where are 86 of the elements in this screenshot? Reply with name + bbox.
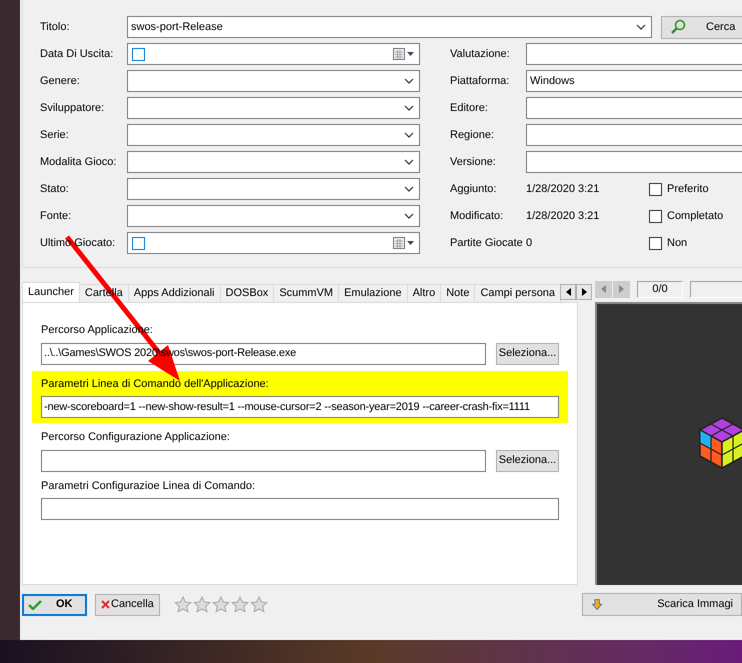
checkbox[interactable] — [649, 236, 662, 250]
combo-box[interactable] — [127, 97, 420, 119]
chevron-down-icon — [404, 105, 414, 111]
chevron-down-icon — [404, 213, 414, 219]
next-image-button[interactable] — [613, 280, 630, 298]
chevron-down-icon — [404, 132, 414, 138]
text-field[interactable] — [41, 450, 486, 472]
close-icon — [101, 600, 110, 609]
combo-box[interactable] — [127, 178, 420, 200]
text-field[interactable] — [526, 151, 742, 173]
combo-box[interactable] — [127, 124, 420, 146]
field-value: 1/28/2020 3:21 — [526, 182, 600, 197]
search-icon — [670, 19, 686, 35]
star-rating[interactable] — [174, 596, 268, 613]
field-label: Parametri Linea di Comando dell'Applicazione: — [41, 376, 269, 392]
download-arrow-icon — [591, 596, 604, 612]
combo-box[interactable] — [127, 151, 420, 173]
field-label: Parametri Configurazioe Linea di Comando: — [41, 478, 256, 494]
cancel-button[interactable]: Cancella — [95, 594, 160, 616]
chevron-down-icon — [404, 186, 414, 192]
checkbox-label: Completato — [667, 208, 724, 224]
chevron-down-icon — [636, 24, 646, 30]
tab[interactable]: Campi persona — [474, 284, 562, 302]
star-icon — [193, 596, 211, 613]
checkbox[interactable] — [649, 182, 662, 196]
title-combo-box[interactable]: swos-port-Release — [127, 16, 652, 38]
field-label: Regione: — [450, 128, 496, 143]
select-button[interactable]: Seleziona... — [496, 450, 559, 472]
field-label: Versione: — [450, 154, 497, 170]
star-icon — [231, 596, 249, 613]
select-button[interactable]: Seleziona... — [496, 342, 559, 364]
field-label: Modificato: — [450, 208, 504, 224]
field-label: Percorso Configurazione Applicazione: — [41, 430, 230, 445]
image-counter-field: 0/0 — [637, 280, 683, 298]
field-label: Editore: — [450, 100, 489, 116]
left-arrow-icon — [566, 288, 571, 296]
text-field[interactable] — [526, 124, 742, 146]
text-field[interactable]: -new-scoreboard=1 --new-show-result=1 --mouse-cursor=2 --season-year=2019 --career-crash-fix=1111 — [41, 396, 559, 418]
text-field[interactable] — [690, 280, 742, 298]
chevron-down-icon — [404, 78, 414, 84]
checkbox[interactable] — [649, 210, 662, 222]
calendar-dropdown-icon[interactable] — [393, 237, 415, 249]
checkmark-icon — [28, 600, 42, 610]
text-field[interactable]: Windows — [526, 70, 742, 92]
right-arrow-icon — [619, 285, 624, 293]
combo-box[interactable] — [127, 205, 420, 227]
chevron-down-icon — [404, 159, 414, 165]
field-label: Fonte: — [40, 210, 72, 222]
field-value: 0 — [526, 236, 534, 251]
field-label: Aggiunto: — [450, 182, 498, 197]
field-label: Stato: — [40, 182, 69, 195]
scroll-right-button[interactable] — [576, 284, 592, 300]
field-label: Piattaforma: — [450, 74, 510, 89]
date-field[interactable] — [127, 43, 420, 65]
field-label: Sviluppatore: — [40, 102, 104, 114]
field-value: 1/28/2020 3:21 — [526, 208, 600, 224]
download-images-button[interactable]: Scarica Immagi — [582, 593, 742, 616]
star-icon — [174, 596, 192, 613]
checkbox-label: Preferito — [667, 182, 709, 197]
ok-button[interactable]: OK — [22, 594, 87, 616]
right-arrow-icon — [582, 288, 587, 296]
calendar-dropdown-icon[interactable] — [393, 48, 415, 60]
star-icon — [250, 596, 268, 613]
field-label: Data Di Uscita: — [40, 48, 114, 60]
field-value: Windows — [530, 74, 575, 89]
checkbox-label: Non — [667, 236, 688, 251]
field-label: Serie: — [40, 128, 69, 141]
tab[interactable]: Launcher — [22, 282, 80, 302]
text-field[interactable] — [526, 43, 742, 65]
field-label: Partite Giocate — [450, 236, 524, 251]
search-button[interactable]: Cerca — [661, 16, 742, 38]
date-checkbox[interactable] — [132, 48, 145, 60]
field-label: Titolo: — [40, 20, 71, 35]
date-checkbox[interactable] — [132, 236, 145, 250]
left-arrow-icon — [601, 285, 606, 293]
star-icon — [212, 596, 230, 613]
combo-box[interactable] — [127, 70, 420, 92]
field-value: -new-scoreboard=1 --new-show-result=1 --mouse-cursor=2 --season-year=2019 --career-crash-fix=1111 — [44, 400, 530, 415]
text-field[interactable] — [41, 498, 559, 520]
date-field[interactable] — [127, 232, 420, 254]
field-label: Modalita Gioco: — [40, 156, 116, 168]
field-label: Genere: — [40, 74, 80, 87]
cube-logo-icon — [699, 417, 742, 469]
text-field[interactable] — [526, 97, 742, 119]
field-label: Valutazione: — [450, 46, 511, 62]
scroll-left-button[interactable] — [560, 284, 576, 300]
